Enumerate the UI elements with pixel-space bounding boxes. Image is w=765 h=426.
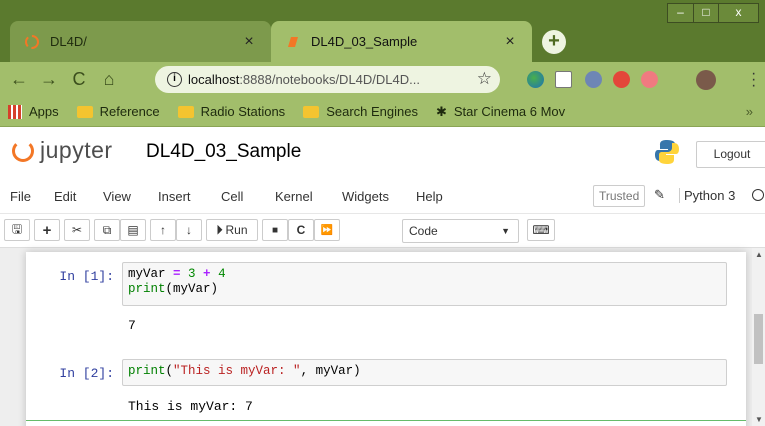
- reload-icon[interactable]: C: [68, 69, 90, 89]
- selected-cell-border: [26, 420, 746, 426]
- address-bar[interactable]: i localhost:8888/notebooks/DL4D/DL4D... …: [155, 66, 500, 93]
- bookmark-search-engines[interactable]: Search Engines: [303, 104, 418, 119]
- menu-insert[interactable]: Insert: [158, 189, 191, 204]
- bookmark-star-cinema[interactable]: ✱ Star Cinema 6 Mov: [436, 104, 565, 120]
- kernel-name[interactable]: Python 3: [679, 188, 735, 203]
- close-window-button[interactable]: x: [718, 4, 758, 22]
- home-icon[interactable]: ⌂: [98, 69, 120, 89]
- browser-titlebar: DL4D/ × DL4D_03_Sample × + – □ x: [0, 0, 765, 62]
- bookmarks-bar: Apps Reference Radio Stations Search Eng…: [0, 97, 765, 127]
- cell-output: This is myVar: 7: [128, 399, 253, 414]
- film-reel-icon: ✱: [435, 103, 447, 119]
- folder-icon: [303, 105, 320, 118]
- tab-title: DL4D_03_Sample: [311, 34, 418, 49]
- restart-run-all-icon[interactable]: ⏩: [314, 219, 340, 241]
- copy-icon[interactable]: ⧉: [94, 219, 120, 241]
- bookmark-radio-stations[interactable]: Radio Stations: [177, 104, 285, 119]
- tab-dl4d-03-sample[interactable]: DL4D_03_Sample ×: [271, 21, 532, 62]
- cell-prompt: In [2]:: [59, 366, 114, 381]
- menu-edit[interactable]: Edit: [54, 189, 76, 204]
- blocker-extension-icon[interactable]: [641, 71, 658, 88]
- code-line: print(myVar): [128, 282, 219, 296]
- profile-avatar[interactable]: [696, 70, 716, 90]
- cell-prompt: In [1]:: [59, 269, 114, 284]
- edit-pencil-icon[interactable]: ✎: [654, 187, 665, 203]
- run-button[interactable]: ⏵ Run: [206, 219, 258, 241]
- tab-title: DL4D/: [50, 34, 87, 49]
- notebook-name[interactable]: DL4D_03_Sample: [146, 141, 301, 163]
- scroll-down-icon[interactable]: ▼: [755, 415, 763, 424]
- folder-icon: [76, 105, 93, 118]
- menu-help[interactable]: Help: [416, 189, 443, 204]
- menu-file[interactable]: File: [10, 189, 31, 204]
- save-icon[interactable]: 🖫: [4, 219, 30, 241]
- qr-extension-icon[interactable]: [555, 71, 572, 88]
- cut-icon[interactable]: ✂: [64, 219, 90, 241]
- forward-arrow-icon[interactable]: →: [38, 69, 60, 89]
- globe-extension-icon[interactable]: [527, 71, 544, 88]
- code-cell-input[interactable]: myVar = 3 + 4 print(myVar): [122, 262, 727, 306]
- menu-view[interactable]: View: [103, 189, 131, 204]
- browser-menu-icon[interactable]: · · ·: [751, 66, 756, 94]
- cell-output: 7: [128, 318, 136, 333]
- add-cell-icon[interactable]: +: [34, 219, 60, 241]
- tab-close-icon[interactable]: ×: [502, 33, 518, 51]
- restart-icon[interactable]: C: [288, 219, 314, 241]
- paste-icon[interactable]: ▤: [120, 219, 146, 241]
- jupyter-logo[interactable]: jupyter: [12, 137, 113, 164]
- menu-widgets[interactable]: Widgets: [342, 189, 389, 204]
- stop-icon[interactable]: ■: [262, 219, 288, 241]
- back-arrow-icon[interactable]: ←: [8, 69, 30, 89]
- bookmark-star-icon[interactable]: ☆: [477, 69, 492, 89]
- menu-cell[interactable]: Cell: [221, 189, 243, 204]
- new-tab-button[interactable]: +: [542, 30, 566, 54]
- code-line: myVar = 3 + 4: [128, 267, 226, 281]
- folder-icon: [177, 105, 194, 118]
- command-palette-icon[interactable]: ⌨: [527, 219, 555, 241]
- site-info-icon[interactable]: i: [167, 72, 182, 87]
- tab-close-icon[interactable]: ×: [241, 33, 257, 51]
- vertical-scrollbar[interactable]: ▲ ▼: [752, 248, 765, 426]
- bookmark-apps[interactable]: Apps: [8, 104, 59, 119]
- jupyter-header: jupyter DL4D_03_Sample Logout: [0, 128, 765, 178]
- move-down-icon[interactable]: ↓: [176, 219, 202, 241]
- notebook-toolbar: 🖫 + ✂ ⧉ ▤ ↑ ↓ ⏵ Run ■ C ⏩ Code ▼ ⌨: [0, 214, 765, 248]
- maximize-button[interactable]: □: [693, 4, 718, 22]
- jupyter-logo-icon: [12, 139, 34, 162]
- scroll-up-icon[interactable]: ▲: [755, 250, 763, 259]
- jupyter-favicon-icon: [25, 34, 39, 49]
- url-text: localhost:8888/notebooks/DL4D/DL4D...: [188, 72, 420, 87]
- mail-extension-icon[interactable]: [613, 71, 630, 88]
- kernel-status-icon: [752, 189, 764, 201]
- logout-button[interactable]: Logout: [696, 141, 765, 168]
- code-line: print("This is myVar: ", myVar): [128, 364, 361, 378]
- tab-dl4d[interactable]: DL4D/ ×: [10, 21, 271, 62]
- code-cell-input[interactable]: print("This is myVar: ", myVar): [122, 359, 727, 386]
- python-logo-icon: [655, 140, 679, 164]
- scrollbar-thumb[interactable]: [754, 314, 763, 364]
- chevron-down-icon: ▼: [501, 226, 510, 236]
- notebook-favicon-icon: [288, 36, 298, 47]
- trusted-indicator[interactable]: Trusted: [593, 185, 646, 207]
- extension-icon[interactable]: [585, 71, 602, 88]
- move-up-icon[interactable]: ↑: [150, 219, 176, 241]
- cell-type-select[interactable]: Code ▼: [402, 219, 519, 243]
- window-controls: – □ x: [667, 3, 759, 23]
- run-icon: ⏵: [216, 222, 223, 237]
- minimize-button[interactable]: –: [668, 4, 693, 22]
- bookmarks-overflow-button[interactable]: »: [746, 104, 753, 119]
- bookmark-reference[interactable]: Reference: [76, 104, 160, 119]
- jupyter-menubar: File Edit View Insert Cell Kernel Widget…: [0, 178, 765, 214]
- browser-toolbar: ← → C ⌂ i localhost:8888/notebooks/DL4D/…: [0, 62, 765, 97]
- apps-grid-icon: [8, 104, 22, 119]
- menu-kernel[interactable]: Kernel: [275, 189, 313, 204]
